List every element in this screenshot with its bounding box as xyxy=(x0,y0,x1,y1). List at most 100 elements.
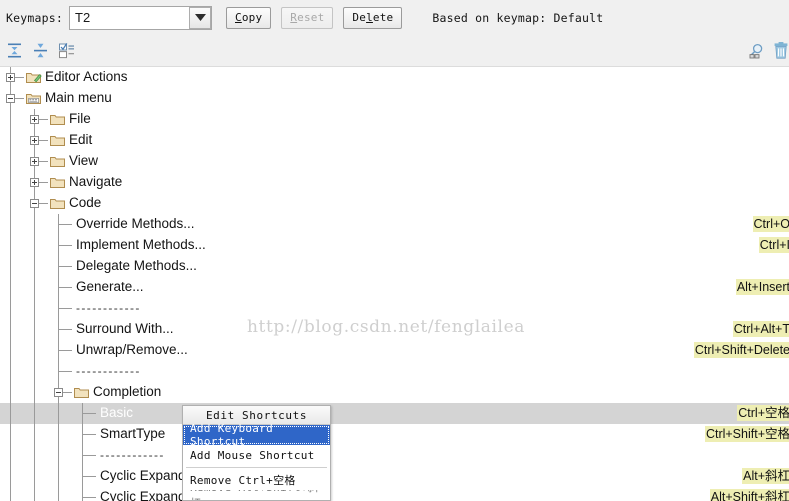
tree-guide-line xyxy=(34,214,35,235)
tree-row-label: File xyxy=(69,111,91,126)
tree-row-label: View xyxy=(69,153,99,168)
tree-row[interactable]: Implement Methods... Ctrl+I xyxy=(0,235,789,256)
tree-row-label: Cyclic Expand xyxy=(100,489,186,501)
tree-row[interactable]: Code xyxy=(0,193,789,214)
tree-guide-line xyxy=(34,361,35,382)
tree-guide-line xyxy=(10,256,11,277)
tree-guide-line xyxy=(10,109,11,130)
find-by-shortcut-icon[interactable] xyxy=(746,40,767,61)
tree-guide-line xyxy=(10,277,11,298)
tree-row-label: Unwrap/Remove... xyxy=(76,342,188,357)
tree-row[interactable]: Completion xyxy=(0,382,789,403)
context-menu-item[interactable]: Remove Alt+Shift+斜杠 xyxy=(183,490,330,500)
edit-shortcuts-context-menu[interactable]: Edit Shortcuts Add Keyboard Shortcut Add … xyxy=(182,405,331,501)
tree-row[interactable]: View xyxy=(0,151,789,172)
tree-guide-line xyxy=(10,466,11,487)
tree-guide-line xyxy=(10,382,11,403)
tree-row[interactable]: Generate... Alt+Insert xyxy=(0,277,789,298)
reset-button: ResetReset xyxy=(281,6,334,29)
tree-guide-line xyxy=(10,130,11,151)
tree-row[interactable]: SmartType Ctrl+Shift+空格 xyxy=(0,424,789,445)
tree-guide-line xyxy=(10,340,11,361)
collapse-toggle-icon[interactable] xyxy=(6,94,15,103)
tree-guide-line xyxy=(34,277,35,298)
tree-guide-line xyxy=(58,350,72,351)
tree-row-label: Code xyxy=(69,195,102,210)
tree-row[interactable]: Edit xyxy=(0,130,789,151)
tree-guide-line xyxy=(58,371,72,372)
shortcut-badge: Ctrl+I xyxy=(758,237,789,253)
tree-guide-line xyxy=(82,413,96,414)
tree-row-label: Generate... xyxy=(76,279,144,294)
expand-toggle-icon[interactable] xyxy=(30,136,39,145)
tree-row[interactable]: Navigate xyxy=(0,172,789,193)
tree-row[interactable]: Basic Ctrl+空格 xyxy=(0,403,789,424)
tree-guide-line xyxy=(34,445,35,466)
collapse-toggle-icon[interactable] xyxy=(54,388,63,397)
tree-guide-line xyxy=(10,424,11,445)
tree-row-label: Delegate Methods... xyxy=(76,258,197,273)
tree-row-label: Surround With... xyxy=(76,321,174,336)
context-menu-item[interactable]: Add Mouse Shortcut xyxy=(183,445,330,465)
tree-guide-line xyxy=(10,298,11,319)
copy-button[interactable]: CCopyopy xyxy=(226,6,272,29)
keymap-select[interactable]: T2 xyxy=(69,5,212,30)
chevron-down-icon[interactable] xyxy=(189,6,211,29)
tree-guide-line xyxy=(34,340,35,361)
tree-guide-line xyxy=(58,266,72,267)
tree-row-label: SmartType xyxy=(100,426,166,441)
collapse-toggle-icon[interactable] xyxy=(30,199,39,208)
tree-row[interactable]: Cyclic Expand Alt+Shift+斜杠 xyxy=(0,487,789,501)
tree-row-label: Cyclic Expand xyxy=(100,468,186,483)
folder-icon xyxy=(26,71,42,83)
expand-toggle-icon[interactable] xyxy=(30,178,39,187)
shortcut-badge: Ctrl+Shift+Delete xyxy=(693,342,789,358)
folder-icon xyxy=(50,197,65,209)
expand-all-icon[interactable] xyxy=(4,40,25,61)
tree-row-label: Navigate xyxy=(69,174,123,189)
tree-row-label: Main menu xyxy=(45,90,112,105)
tree-guide-line xyxy=(34,487,35,501)
folder-icon xyxy=(50,113,65,125)
tree-guide-line xyxy=(58,224,72,225)
tree-row[interactable]: Override Methods... Ctrl+O xyxy=(0,214,789,235)
shortcut-tree[interactable]: Editor Actions Main menu File Edit View Navig… xyxy=(0,67,789,501)
tree-row-label: Implement Methods... xyxy=(76,237,206,252)
folder-icon xyxy=(50,155,65,167)
delete-button[interactable]: DeleteDelete xyxy=(343,6,403,29)
context-menu-item[interactable]: Add Keyboard Shortcut xyxy=(183,422,330,448)
tree-guide-line xyxy=(10,487,11,501)
tree-guide-line xyxy=(10,235,11,256)
collapse-all-icon[interactable] xyxy=(30,40,51,61)
filter-checkbox-icon[interactable] xyxy=(56,40,77,61)
folder-icon xyxy=(26,92,41,104)
tree-guide-line xyxy=(82,497,96,498)
tree-row[interactable]: Editor Actions xyxy=(0,67,789,88)
trash-icon[interactable] xyxy=(770,40,789,61)
context-menu-separator xyxy=(186,467,327,468)
tree-row[interactable]: File xyxy=(0,109,789,130)
tree-guide-line xyxy=(34,403,35,424)
tree-guide-line xyxy=(58,466,59,487)
tree-guide-line xyxy=(34,382,35,403)
tree-guide-line xyxy=(58,308,72,309)
expand-toggle-icon[interactable] xyxy=(6,73,15,82)
tree-row[interactable]: Cyclic Expand Alt+斜杠 xyxy=(0,466,789,487)
tree-guide-line xyxy=(34,298,35,319)
tree-row-label: Override Methods... xyxy=(76,216,195,231)
tree-guide-line xyxy=(58,403,59,424)
watermark-text: http://blog.csdn.net/fenglailea xyxy=(247,317,525,337)
shortcut-badge: Alt+斜杠 xyxy=(742,468,789,484)
expand-toggle-icon[interactable] xyxy=(30,157,39,166)
tree-row-label: ------------ xyxy=(76,364,141,378)
expand-toggle-icon[interactable] xyxy=(30,115,39,124)
tree-row[interactable]: Main menu xyxy=(0,88,789,109)
tree-separator-row: ------------ xyxy=(0,445,789,466)
context-menu-item[interactable]: Remove Ctrl+空格 xyxy=(183,470,330,490)
shortcut-badge: Ctrl+O xyxy=(752,216,789,232)
tree-row[interactable]: Delegate Methods... xyxy=(0,256,789,277)
tree-guide-line xyxy=(58,424,59,445)
tree-row[interactable]: Unwrap/Remove... Ctrl+Shift+Delete xyxy=(0,340,789,361)
tree-separator-row: ------------ xyxy=(0,361,789,382)
tree-guide-line xyxy=(58,445,59,466)
